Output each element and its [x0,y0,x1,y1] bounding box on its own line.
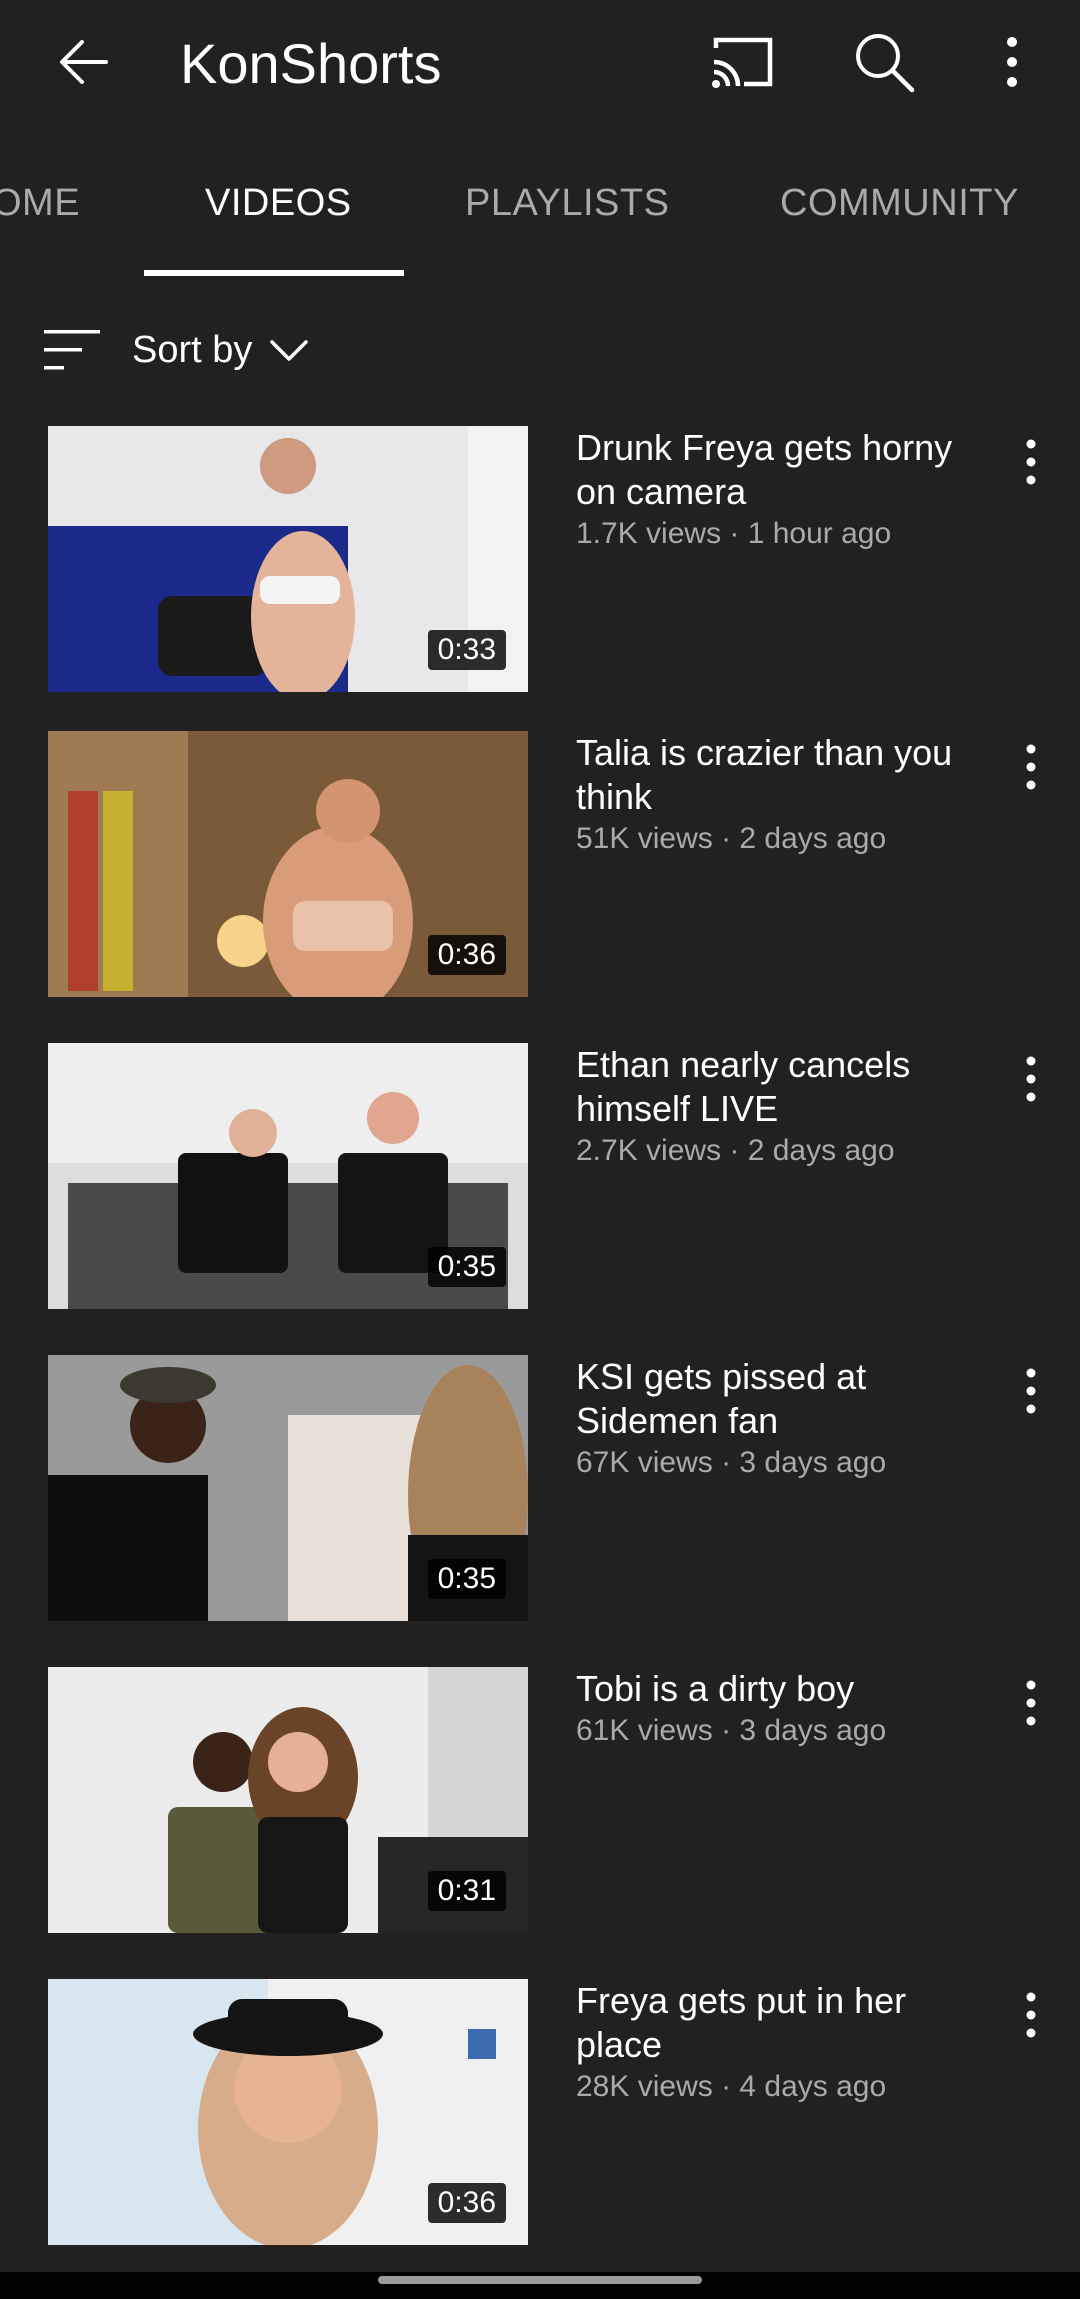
video-meta: 1.7K views · 1 hour ago [576,517,892,550]
app-bar: KonShorts [0,0,1080,128]
tab-home[interactable]: OME [0,178,80,228]
more-vert-icon[interactable] [1016,1051,1046,1111]
video-thumbnail[interactable]: 0:35 [48,1043,528,1309]
video-item[interactable]: 0:35 Ethan nearly cancels himself LIVE 2… [0,1043,1080,1313]
tab-playlists[interactable]: PLAYLISTS [465,178,669,228]
video-item[interactable]: 0:35 KSI gets pissed at Sidemen fan 67K … [0,1355,1080,1625]
video-meta: 2.7K views · 2 days ago [576,1134,895,1167]
channel-tabs: OME VIDEOS PLAYLISTS COMMUNITY [0,128,1080,278]
more-vert-icon[interactable] [1016,1363,1046,1423]
video-item[interactable]: 0:33 Drunk Freya gets horny on camera 1.… [0,426,1080,696]
sort-bar[interactable]: Sort by [0,310,1080,390]
video-meta: 28K views · 4 days ago [576,2070,887,2103]
home-gesture-handle[interactable] [378,2276,702,2284]
video-thumbnail[interactable]: 0:33 [48,426,528,692]
chevron-down-icon[interactable] [268,332,310,368]
back-arrow-icon[interactable] [52,30,116,94]
video-duration: 0:31 [427,1871,506,1911]
video-meta: 61K views · 3 days ago [576,1714,887,1747]
video-title[interactable]: Drunk Freya gets horny on camera [576,426,996,514]
more-vert-icon[interactable] [1016,434,1046,494]
active-tab-indicator [144,270,404,276]
video-item[interactable]: 0:36 Talia is crazier than you think 51K… [0,731,1080,1001]
video-title[interactable]: Tobi is a dirty boy [576,1667,996,1711]
more-vert-icon[interactable] [996,30,1028,94]
tab-videos[interactable]: VIDEOS [205,178,352,228]
video-title[interactable]: Freya gets put in her place [576,1979,996,2067]
sort-icon [44,330,100,370]
video-duration: 0:36 [427,935,506,975]
video-title[interactable]: KSI gets pissed at Sidemen fan [576,1355,996,1443]
video-thumbnail[interactable]: 0:31 [48,1667,528,1933]
search-icon[interactable] [852,30,916,94]
more-vert-icon[interactable] [1016,1987,1046,2047]
video-item[interactable]: 0:36 Freya gets put in her place 28K vie… [0,1979,1080,2249]
video-duration: 0:36 [427,2183,506,2223]
video-meta: 51K views · 2 days ago [576,822,887,855]
sort-by-label[interactable]: Sort by [132,326,252,374]
video-thumbnail[interactable]: 0:35 [48,1355,528,1621]
channel-title: KonShorts [180,32,442,95]
video-item[interactable]: 0:31 Tobi is a dirty boy 61K views · 3 d… [0,1667,1080,1937]
video-thumbnail[interactable]: 0:36 [48,731,528,997]
more-vert-icon[interactable] [1016,739,1046,799]
tab-community[interactable]: COMMUNITY [780,178,1019,228]
video-duration: 0:35 [427,1559,506,1599]
cast-icon[interactable] [708,32,776,92]
video-title[interactable]: Talia is crazier than you think [576,731,996,819]
video-title[interactable]: Ethan nearly cancels himself LIVE [576,1043,996,1131]
video-duration: 0:35 [427,1247,506,1287]
more-vert-icon[interactable] [1016,1675,1046,1735]
video-meta: 67K views · 3 days ago [576,1446,887,1479]
video-thumbnail[interactable]: 0:36 [48,1979,528,2245]
video-duration: 0:33 [427,630,506,670]
